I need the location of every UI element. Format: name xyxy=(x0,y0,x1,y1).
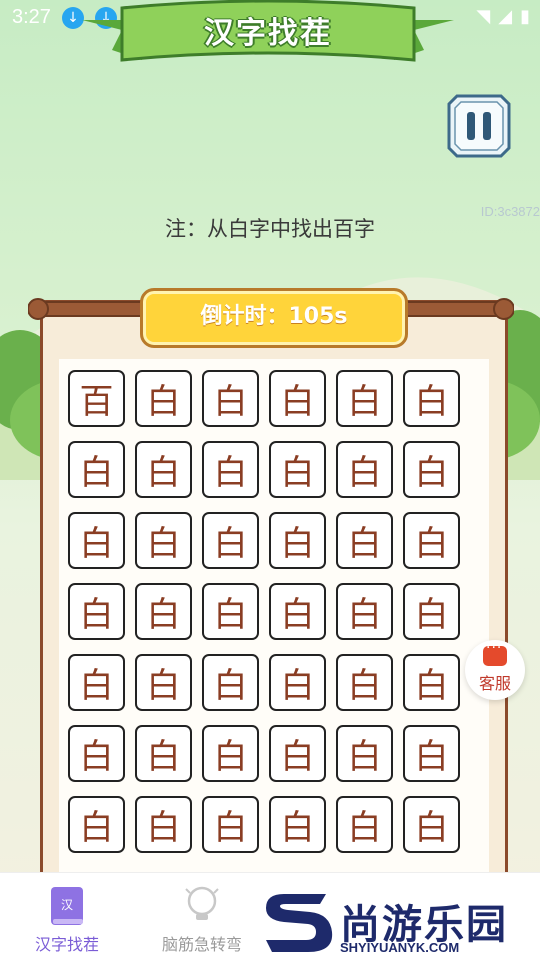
character-cell[interactable]: 白 xyxy=(269,654,326,711)
battery-icon: ▮ xyxy=(520,6,530,27)
character-cell[interactable]: 白 xyxy=(68,654,125,711)
character-grid: 百白白白白白白白白白白白白白白白白白白白白白白白白白白白白白白白白白白白白白白白… xyxy=(68,370,460,853)
countdown-timer: 倒计时：105s xyxy=(140,288,408,348)
character-cell[interactable]: 白 xyxy=(202,583,259,640)
id-watermark: ID:3c3872 xyxy=(480,204,540,219)
book-icon-text: 汉 xyxy=(61,898,73,912)
instruction-note: 注：从白字中找出百字 xyxy=(165,217,375,241)
tab-naojin-jizhuanwan[interactable]: 脑筋急转弯 xyxy=(137,873,267,961)
character-cell[interactable]: 白 xyxy=(403,370,460,427)
character-cell[interactable]: 白 xyxy=(269,441,326,498)
character-cell[interactable]: 白 xyxy=(336,370,393,427)
character-cell[interactable]: 白 xyxy=(135,583,192,640)
download-icon: ↓ xyxy=(62,7,84,29)
pause-button[interactable] xyxy=(447,94,511,158)
character-cell[interactable]: 白 xyxy=(135,441,192,498)
character-cell[interactable]: 白 xyxy=(336,725,393,782)
signal-icon: ◢ xyxy=(498,6,513,27)
tab-label: 汉字找茬 xyxy=(34,935,99,954)
character-cell[interactable]: 白 xyxy=(202,370,259,427)
banner-title: 汉字找茬 xyxy=(204,16,332,51)
wifi-icon: ◥ xyxy=(476,6,491,27)
customer-service-button[interactable]: 客服 xyxy=(465,640,525,700)
character-cell[interactable]: 白 xyxy=(68,583,125,640)
character-cell[interactable]: 白 xyxy=(336,441,393,498)
character-cell[interactable]: 白 xyxy=(68,725,125,782)
character-cell[interactable]: 白 xyxy=(269,583,326,640)
tab-label: 脑筋急转弯 xyxy=(161,935,242,954)
character-cell[interactable]: 白 xyxy=(403,725,460,782)
character-cell[interactable]: 白 xyxy=(68,441,125,498)
brand-url: SHYIYUANYK.COM xyxy=(340,940,460,955)
character-cell[interactable]: 白 xyxy=(135,370,192,427)
character-cell[interactable]: 白 xyxy=(403,654,460,711)
character-cell[interactable]: 白 xyxy=(269,796,326,853)
character-cell[interactable]: 白 xyxy=(269,512,326,569)
character-cell[interactable]: 白 xyxy=(68,796,125,853)
character-cell[interactable]: 白 xyxy=(269,370,326,427)
chat-icon xyxy=(483,640,507,666)
character-cell[interactable]: 白 xyxy=(403,583,460,640)
status-time: 3:27 xyxy=(12,6,51,28)
timer-label: 倒计时： xyxy=(200,304,289,329)
character-cell[interactable]: 白 xyxy=(202,725,259,782)
character-cell[interactable]: 白 xyxy=(202,796,259,853)
character-cell[interactable]: 白 xyxy=(336,654,393,711)
character-cell[interactable]: 白 xyxy=(68,512,125,569)
character-cell[interactable]: 白 xyxy=(135,725,192,782)
character-cell[interactable]: 白 xyxy=(336,583,393,640)
character-cell[interactable]: 白 xyxy=(202,654,259,711)
title-banner: 汉字找茬 xyxy=(82,0,454,80)
brand-watermark: 尚游乐园 SHYIYUANYK.COM xyxy=(262,886,540,960)
timer-value: 105s xyxy=(288,304,348,329)
character-cell[interactable]: 白 xyxy=(403,441,460,498)
character-cell[interactable]: 白 xyxy=(269,725,326,782)
character-cell[interactable]: 白 xyxy=(202,512,259,569)
brand-logo-icon xyxy=(266,894,333,952)
character-cell[interactable]: 白 xyxy=(403,796,460,853)
character-cell[interactable]: 白 xyxy=(135,796,192,853)
lightbulb-icon xyxy=(185,886,219,920)
pause-icon xyxy=(447,94,511,158)
character-cell[interactable]: 百 xyxy=(68,370,125,427)
character-cell[interactable]: 白 xyxy=(336,512,393,569)
character-cell[interactable]: 白 xyxy=(135,512,192,569)
tab-hanzi-zhaocha[interactable]: 汉 汉字找茬 xyxy=(2,873,132,961)
system-icons: ◥ ◢ ▮ xyxy=(476,6,530,27)
character-cell[interactable]: 白 xyxy=(202,441,259,498)
character-cell[interactable]: 白 xyxy=(336,796,393,853)
customer-service-label: 客服 xyxy=(478,674,511,693)
character-cell[interactable]: 白 xyxy=(135,654,192,711)
book-icon: 汉 xyxy=(51,887,83,925)
character-cell[interactable]: 白 xyxy=(403,512,460,569)
